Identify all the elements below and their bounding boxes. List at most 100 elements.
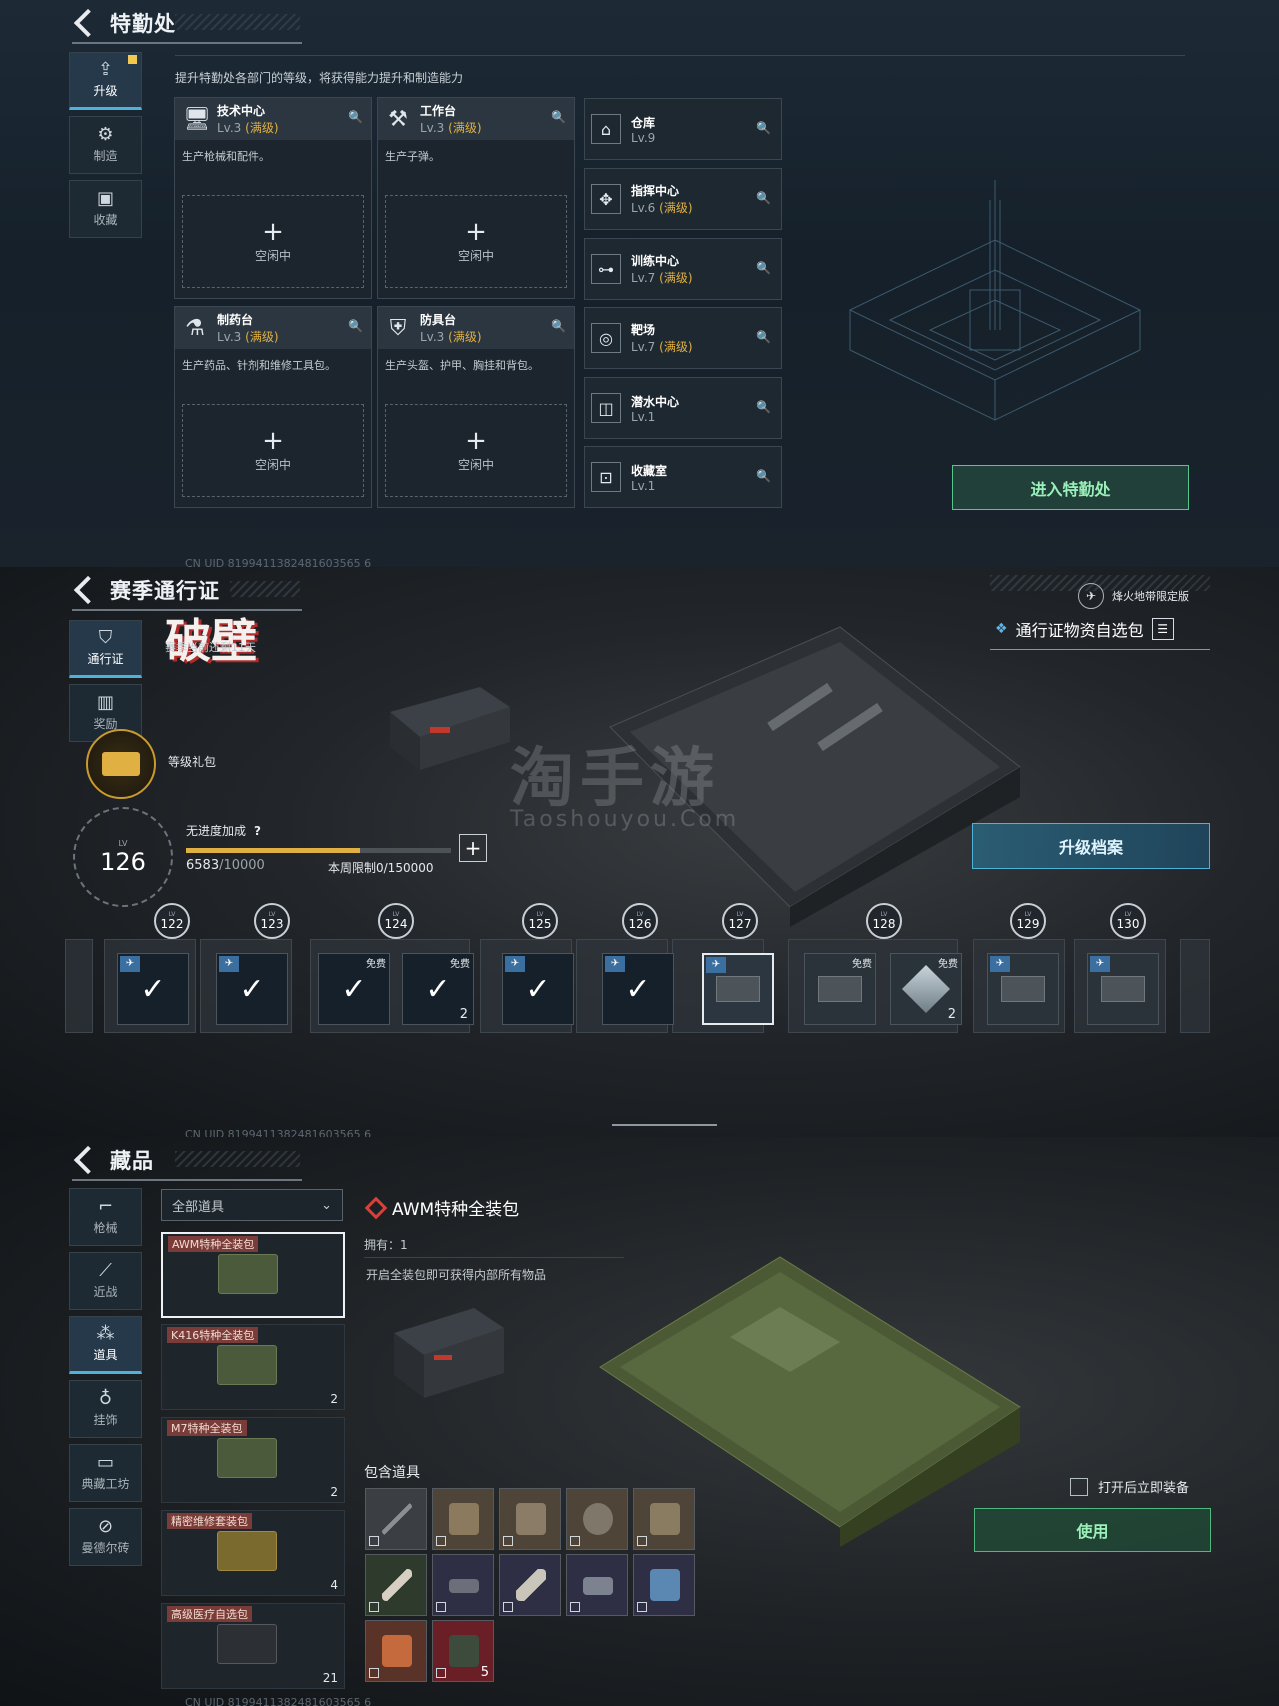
reward-slot[interactable]: ✈ ✓ bbox=[117, 953, 189, 1025]
reward-slot[interactable]: ✈ ✓ bbox=[216, 953, 288, 1025]
search-icon[interactable]: 🔍 bbox=[756, 469, 771, 483]
reward-slot[interactable]: 免费 ✓ bbox=[318, 953, 390, 1025]
reward-slot[interactable]: ✈ ✓ bbox=[502, 953, 574, 1025]
sidebar-item-collection[interactable]: ▣ 收藏 bbox=[69, 180, 142, 238]
list-item[interactable]: M7特种全装包 2 bbox=[161, 1417, 345, 1503]
list-item[interactable]: K416特种全装包 2 bbox=[161, 1324, 345, 1410]
max-level-tag: (满级) bbox=[245, 121, 279, 135]
back-icon[interactable] bbox=[73, 575, 103, 605]
included-item[interactable] bbox=[365, 1488, 427, 1550]
search-icon[interactable]: 🔍 bbox=[756, 121, 771, 135]
sidebar-item-guns[interactable]: ⌐ 枪械 bbox=[69, 1188, 142, 1246]
facility-name: 指挥中心 bbox=[631, 184, 680, 198]
included-item[interactable] bbox=[365, 1554, 427, 1616]
select-pack-header[interactable]: ❖ 通行证物资自选包 ☰ bbox=[995, 617, 1174, 641]
facility-name: 仓库 bbox=[631, 115, 656, 130]
level-caption: LV bbox=[118, 838, 128, 848]
search-icon[interactable]: 🔍 bbox=[756, 261, 771, 275]
header-divider bbox=[72, 42, 302, 44]
included-item[interactable] bbox=[432, 1554, 494, 1616]
sidebar-item-craft[interactable]: ⚙ 制造 bbox=[69, 116, 142, 174]
list-item[interactable]: 高级医疗自选包 21 bbox=[161, 1603, 345, 1689]
sidebar-item-bricks[interactable]: ⊘ 曼德尔砖 bbox=[69, 1508, 142, 1566]
search-icon[interactable]: 🔍 bbox=[348, 319, 363, 333]
lock-icon bbox=[369, 1668, 379, 1678]
level-number: 124 bbox=[384, 916, 408, 931]
auto-equip-option[interactable]: 打开后立即装备 bbox=[1070, 1477, 1189, 1496]
item-title-text: AWM特种全装包 bbox=[392, 1200, 520, 1220]
add-xp-button[interactable]: + bbox=[459, 834, 487, 862]
sidebar-item-pass[interactable]: ⛉ 通行证 bbox=[69, 620, 142, 678]
list-item[interactable]: AWM特种全装包 bbox=[161, 1232, 345, 1318]
card-name: 制药台 bbox=[217, 313, 254, 327]
list-icon[interactable]: ☰ bbox=[1151, 618, 1174, 640]
search-icon[interactable]: 🔍 bbox=[551, 319, 566, 333]
level-gift-button[interactable] bbox=[86, 729, 156, 799]
search-icon[interactable]: 🔍 bbox=[756, 191, 771, 205]
level-number: 129 bbox=[1016, 916, 1040, 931]
season-pass-panel: 赛季通行证 ⛉ 通行证 ▥ 奖励 淘手游 Taoshouyou.Com 破壁 赛… bbox=[0, 567, 1279, 1137]
reward-slot[interactable]: 免费 2 bbox=[890, 953, 962, 1025]
upgrade-profile-button[interactable]: 升级档案 bbox=[972, 823, 1210, 869]
included-item[interactable] bbox=[566, 1488, 628, 1550]
uid-footer: CN UID 8199411382481603565 6 bbox=[185, 1696, 372, 1706]
use-button[interactable]: 使用 bbox=[974, 1508, 1211, 1552]
category-dropdown[interactable]: 全部道具 ⌄ bbox=[161, 1189, 343, 1221]
header: 特勤处 bbox=[70, 8, 176, 38]
facility-command[interactable]: ✥ 指挥中心 Lv.6 (满级) 🔍 bbox=[584, 168, 782, 230]
card-pharmacy[interactable]: ⚗ 制药台 Lv.3 (满级) 🔍 生产药品、针剂和维修工具包。 + 空闲中 bbox=[174, 306, 372, 508]
card-tech-center[interactable]: 🖥 技术中心 Lv.3 (满级) 🔍 生产枪械和配件。 + 空闲中 bbox=[174, 97, 372, 299]
reward-slot[interactable]: 免费 bbox=[804, 953, 876, 1025]
sidebar-item-charms[interactable]: ♁ 挂饰 bbox=[69, 1380, 142, 1438]
sidebar-item-upgrade[interactable]: ⇪ 升级 bbox=[69, 52, 142, 110]
search-icon[interactable]: 🔍 bbox=[551, 110, 566, 124]
card-workbench[interactable]: ⚒ 工作台 Lv.3 (满级) 🔍 生产子弹。 + 空闲中 bbox=[377, 97, 575, 299]
sidebar-item-items[interactable]: ⁂ 道具 bbox=[69, 1316, 142, 1374]
reward-slot[interactable]: ✈ bbox=[987, 953, 1059, 1025]
check-icon: ✓ bbox=[341, 971, 367, 1007]
search-icon[interactable]: 🔍 bbox=[756, 330, 771, 344]
facility-range[interactable]: ◎ 靶场 Lv.7 (满级) 🔍 bbox=[584, 307, 782, 369]
armor-icon: ⛨ bbox=[389, 315, 407, 341]
sidebar-item-melee[interactable]: ⟋ 近战 bbox=[69, 1252, 142, 1310]
owned-count: 拥有：1 bbox=[364, 1238, 408, 1252]
production-slot[interactable]: + 空闲中 bbox=[182, 404, 364, 497]
included-item[interactable] bbox=[365, 1620, 427, 1682]
card-armor-bench[interactable]: ⛨ 防具台 Lv.3 (满级) 🔍 生产头盔、护甲、胸挂和背包。 + 空闲中 bbox=[377, 306, 575, 508]
facility-training[interactable]: ⊶ 训练中心 Lv.7 (满级) 🔍 bbox=[584, 238, 782, 300]
reward-slot[interactable]: ✈ ✓ bbox=[602, 953, 674, 1025]
search-icon[interactable]: 🔍 bbox=[756, 400, 771, 414]
included-item[interactable] bbox=[633, 1488, 695, 1550]
level-tag: LV 122 bbox=[154, 903, 190, 939]
list-item[interactable]: 精密维修套装包 4 bbox=[161, 1510, 345, 1596]
included-item[interactable] bbox=[633, 1554, 695, 1616]
back-icon[interactable] bbox=[73, 1145, 103, 1175]
included-item[interactable] bbox=[499, 1488, 561, 1550]
auto-equip-checkbox[interactable] bbox=[1070, 1477, 1088, 1496]
included-item[interactable] bbox=[432, 1488, 494, 1550]
reward-slot[interactable]: ✈ bbox=[1087, 953, 1159, 1025]
included-item[interactable] bbox=[566, 1554, 628, 1616]
search-icon[interactable]: 🔍 bbox=[348, 110, 363, 124]
item-name: 高级医疗自选包 bbox=[167, 1606, 252, 1622]
card-header: ⚒ 工作台 Lv.3 (满级) 🔍 bbox=[378, 98, 574, 140]
reward-slot-current[interactable]: ✈ bbox=[702, 953, 774, 1025]
production-slot[interactable]: + 空闲中 bbox=[182, 195, 364, 288]
included-item[interactable] bbox=[499, 1554, 561, 1616]
scroll-indicator[interactable] bbox=[612, 1124, 717, 1126]
included-item[interactable]: 5 bbox=[432, 1620, 494, 1682]
help-icon[interactable]: ? bbox=[254, 824, 261, 838]
production-slot[interactable]: + 空闲中 bbox=[385, 195, 567, 288]
facility-diving[interactable]: ◫ 潜水中心 Lv.1 🔍 bbox=[584, 377, 782, 439]
enter-special-ops-button[interactable]: 进入特勤处 bbox=[952, 465, 1189, 510]
reward-slot[interactable]: 免费 ✓ 2 bbox=[402, 953, 474, 1025]
item-description: 开启全装包即可获得内部所有物品 bbox=[366, 1268, 547, 1282]
notification-badge bbox=[128, 55, 137, 64]
facility-warehouse[interactable]: ⌂ 仓库 Lv.9 🔍 bbox=[584, 98, 782, 160]
item-title: AWM特种全装包 bbox=[364, 1195, 520, 1220]
facility-vault[interactable]: ⊡ 收藏室 Lv.1 🔍 bbox=[584, 446, 782, 508]
production-slot[interactable]: + 空闲中 bbox=[385, 404, 567, 497]
sidebar-item-workshop[interactable]: ▭ 典藏工坊 bbox=[69, 1444, 142, 1502]
back-icon[interactable] bbox=[73, 8, 103, 38]
armor-icon bbox=[650, 1503, 680, 1535]
